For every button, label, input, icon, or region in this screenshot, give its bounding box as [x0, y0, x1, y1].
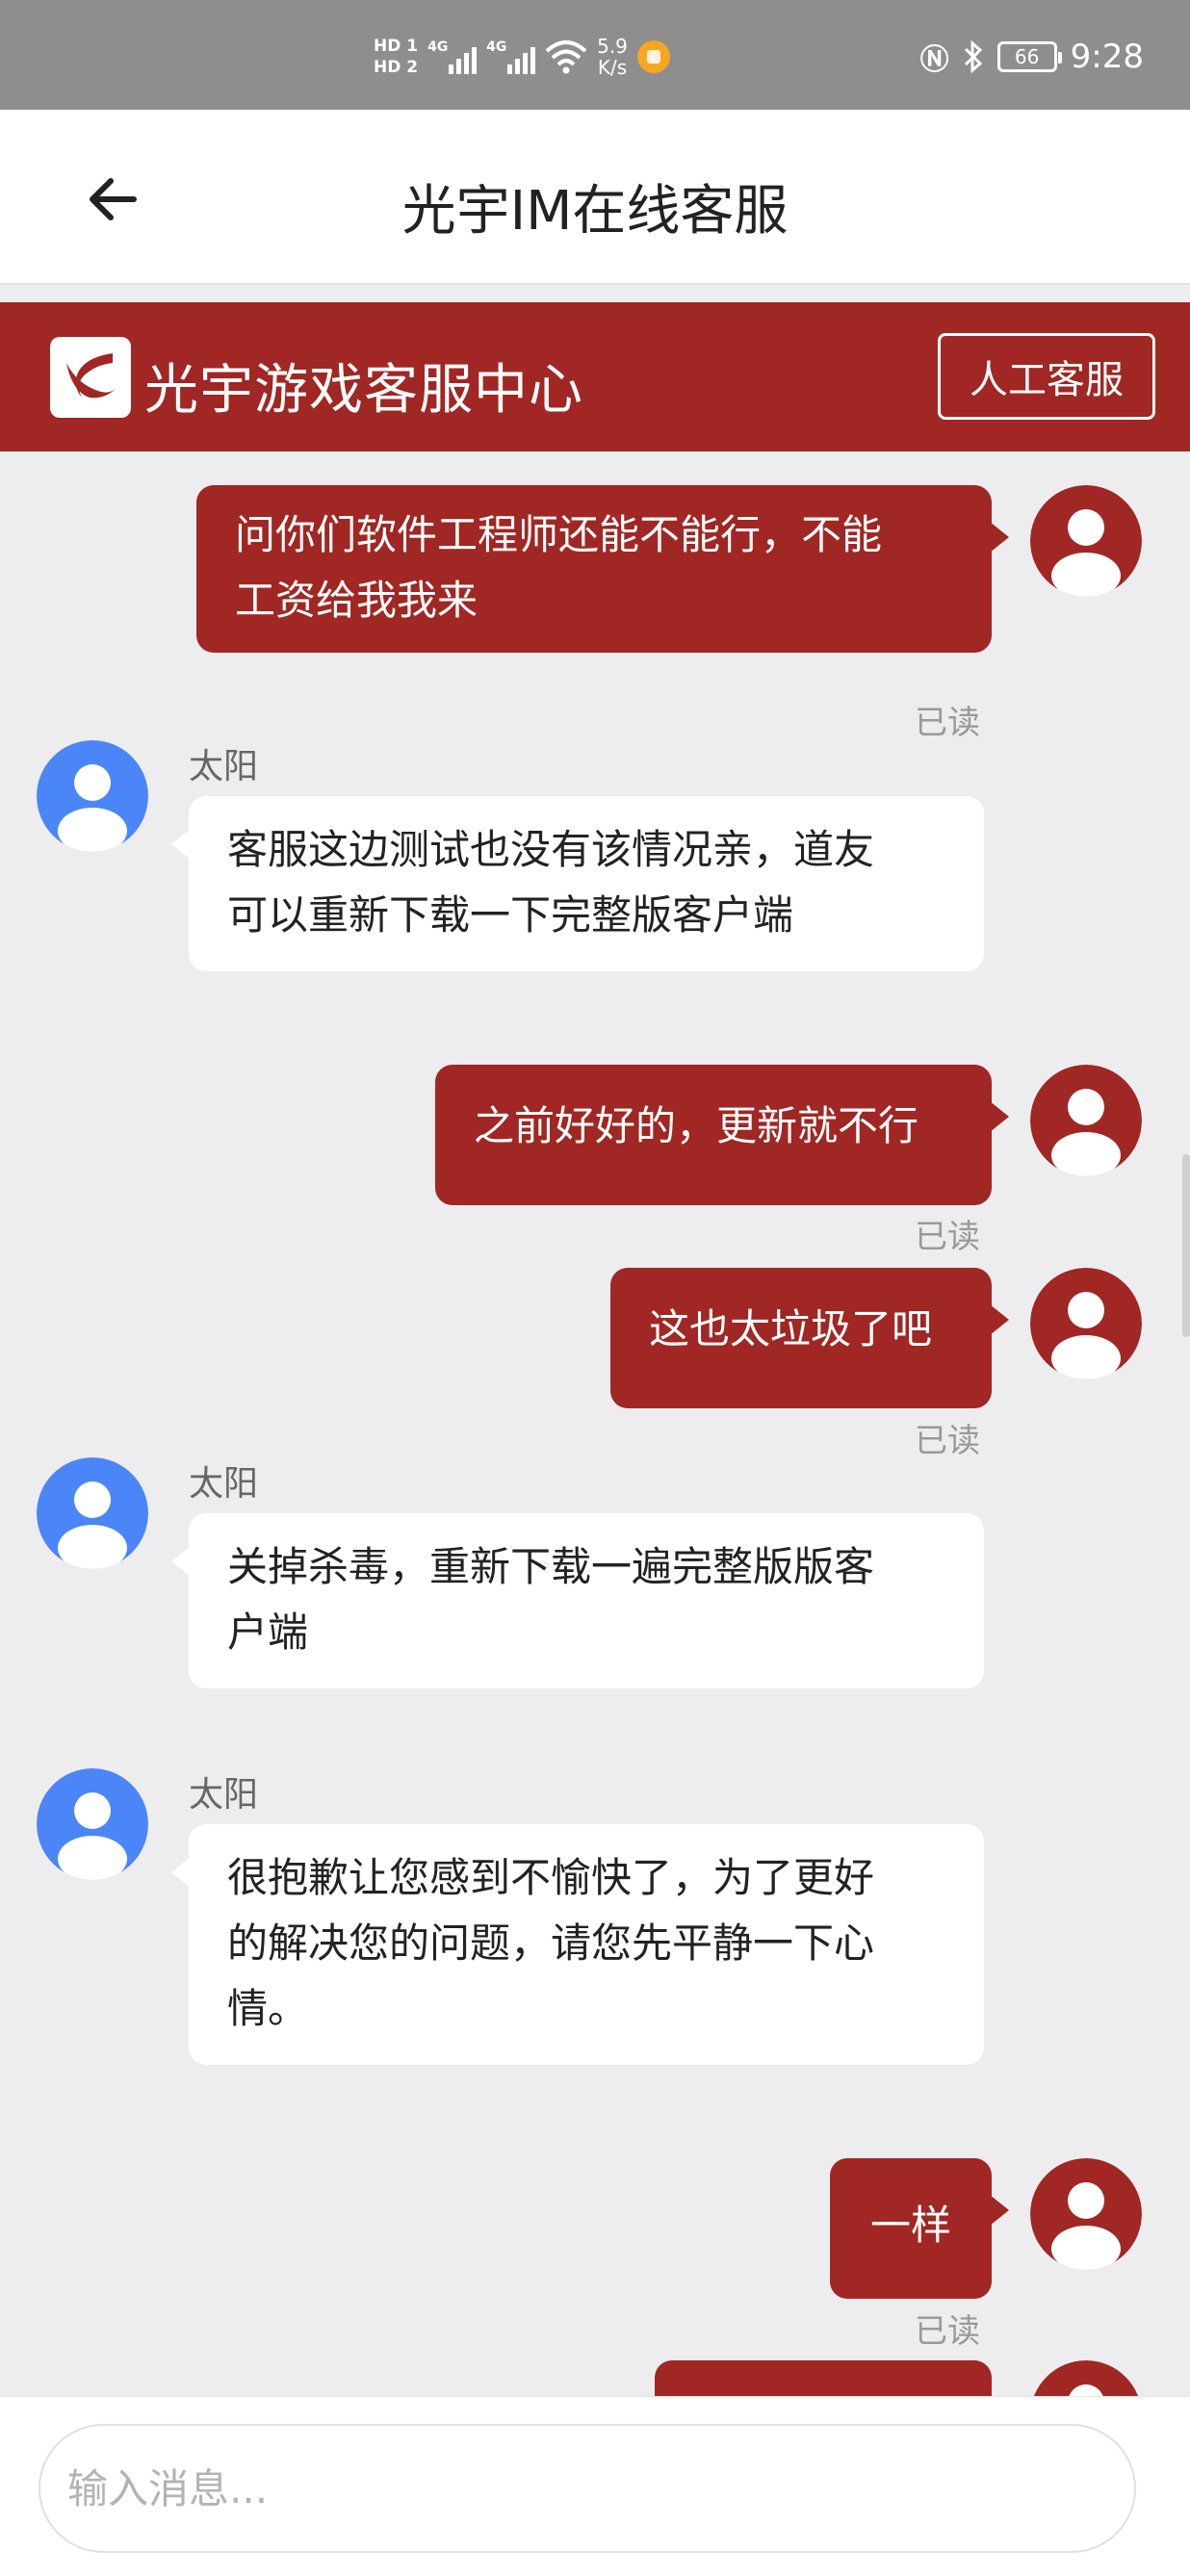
app-notification-icon	[636, 40, 670, 73]
hd1-label: HD 1	[374, 37, 419, 56]
user-message-bubble-partial[interactable]	[655, 2360, 992, 2396]
battery-level: 66	[1014, 45, 1040, 68]
scrollbar-thumb[interactable]	[1182, 1154, 1190, 1337]
clock: 9:28	[1070, 38, 1144, 76]
message-line: 的解决您的问题，请您先平静一下心	[227, 1919, 875, 1967]
nfc-icon: Ⓝ	[919, 43, 949, 77]
status-bar: HD 1 HD 2 4G 4G 5.9 K/s Ⓝ 66 9:28	[0, 0, 1190, 110]
agent-avatar[interactable]	[37, 1457, 148, 1569]
sim2-network-label: 4G	[486, 39, 507, 55]
read-receipt: 已读	[915, 1422, 980, 1460]
battery-icon: 66	[996, 41, 1062, 72]
read-receipt: 已读	[915, 704, 980, 742]
user-avatar-icon	[1030, 485, 1142, 597]
agent-avatar-icon	[37, 1768, 148, 1880]
sim1-network-label: 4G	[427, 39, 449, 55]
message-line: 工资给我我来	[235, 577, 479, 624]
brand-logo-icon	[50, 337, 131, 418]
user-avatar-icon	[1033, 2360, 1139, 2396]
agent-name: 太阳	[189, 1464, 259, 1504]
user-avatar[interactable]	[1030, 2158, 1142, 2270]
agent-avatar-icon	[37, 1457, 148, 1569]
message-line: 关掉杀毒，重新下载一遍完整版版客	[227, 1543, 875, 1590]
hd2-label: HD 2	[374, 58, 419, 77]
status-center-icons: HD 1 HD 2 4G 4G 5.9 K/s	[374, 33, 670, 81]
user-avatar[interactable]	[1030, 2360, 1142, 2396]
signal-icon-sim2: 4G	[486, 39, 536, 74]
message-line: 一样	[869, 2202, 951, 2249]
chat-message-list[interactable]: 问你们软件工程师还能不能行，不能 工资给我我来 已读 太阳 客服这边测试也没有该…	[0, 451, 1190, 2396]
agent-name: 太阳	[189, 1775, 259, 1815]
user-message-bubble[interactable]: 问你们软件工程师还能不能行，不能 工资给我我来	[196, 485, 1009, 653]
app-bar: 光宇IM在线客服	[0, 110, 1190, 285]
user-avatar[interactable]	[1030, 485, 1142, 597]
message-input[interactable]	[39, 2424, 1136, 2553]
hd-indicator: HD 1 HD 2	[374, 37, 418, 77]
user-avatar-icon	[1030, 1268, 1142, 1379]
network-speed: 5.9 K/s	[597, 36, 628, 78]
bluetooth-icon	[964, 40, 982, 73]
user-avatar[interactable]	[1030, 1065, 1142, 1176]
user-avatar-icon	[1030, 1065, 1142, 1176]
page-title: 光宇IM在线客服	[401, 180, 789, 243]
agent-avatar[interactable]	[37, 1768, 148, 1880]
read-receipt: 已读	[915, 2312, 980, 2351]
network-speed-unit: K/s	[597, 56, 628, 79]
agent-message-bubble[interactable]: 客服这边测试也没有该情况亲，道友 可以重新下载一下完整版客户端	[171, 796, 984, 971]
message-line: 情。	[227, 1985, 309, 2032]
status-right-icons: Ⓝ 66 9:28	[920, 33, 1144, 81]
agent-avatar[interactable]	[37, 740, 148, 852]
human-agent-button[interactable]: 人工客服	[938, 333, 1155, 420]
service-center-banner: 光宇游戏客服中心 人工客服	[0, 302, 1190, 451]
user-avatar[interactable]	[1030, 1268, 1142, 1379]
message-line: 问你们软件工程师还能不能行，不能	[235, 511, 883, 558]
user-avatar-icon	[1030, 2158, 1142, 2270]
message-line: 这也太垃圾了吧	[649, 1305, 933, 1352]
message-line: 户端	[227, 1609, 309, 1656]
user-message-bubble[interactable]: 之前好好的，更新就不行	[435, 1065, 1009, 1205]
input-bar	[0, 2396, 1190, 2576]
message-line: 很抱歉让您感到不愉快了，为了更好	[227, 1854, 875, 1901]
read-receipt: 已读	[915, 1218, 980, 1256]
user-message-bubble[interactable]: 一样	[830, 2158, 1009, 2299]
message-line: 之前好好的，更新就不行	[474, 1102, 919, 1149]
message-line: 客服这边测试也没有该情况亲，道友	[227, 826, 875, 873]
agent-message-bubble[interactable]: 很抱歉让您感到不愉快了，为了更好 的解决您的问题，请您先平静一下心 情。	[171, 1824, 984, 2065]
agent-name: 太阳	[189, 747, 259, 786]
network-speed-value: 5.9	[597, 35, 628, 58]
message-line: 可以重新下载一下完整版客户端	[227, 891, 794, 939]
banner-title: 光宇游戏客服中心	[144, 359, 583, 422]
agent-avatar-icon	[37, 740, 148, 852]
agent-message-bubble[interactable]: 关掉杀毒，重新下载一遍完整版版客 户端	[171, 1513, 984, 1688]
user-message-bubble[interactable]: 这也太垃圾了吧	[610, 1268, 1009, 1408]
wifi-icon	[545, 40, 587, 74]
signal-icon-sim1: 4G	[427, 39, 478, 74]
